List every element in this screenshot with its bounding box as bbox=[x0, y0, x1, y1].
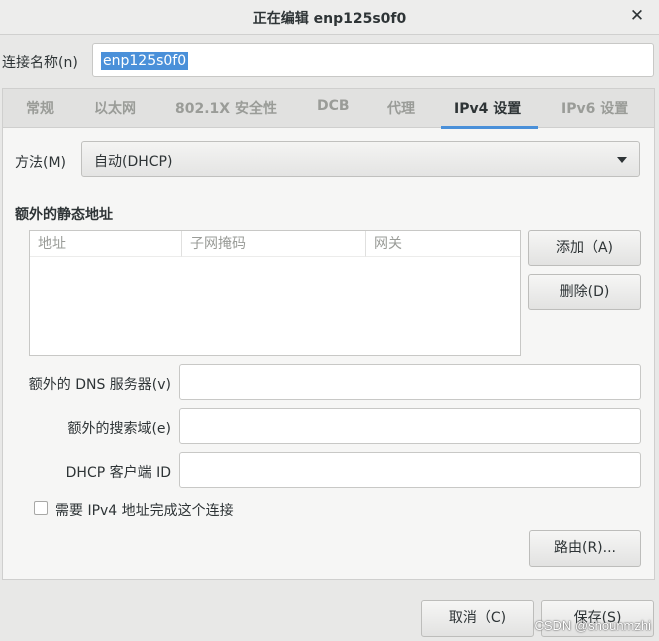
dhcp-client-id-label: DHCP 客户端 ID bbox=[65, 465, 171, 481]
require-ipv4-checkbox[interactable] bbox=[34, 501, 48, 515]
chevron-down-icon bbox=[617, 157, 627, 163]
active-tab-indicator bbox=[441, 126, 538, 129]
column-header-gateway[interactable]: 网关 bbox=[366, 231, 520, 257]
connection-name-input[interactable]: enp125s0f0 bbox=[92, 43, 654, 77]
cancel-button[interactable]: 取消（C) bbox=[421, 600, 534, 637]
title-bar: 正在编辑 enp125s0f0 ✕ bbox=[0, 0, 659, 35]
tab-dcb[interactable]: DCB bbox=[317, 98, 350, 114]
column-header-address[interactable]: 地址 bbox=[30, 231, 182, 257]
add-address-button[interactable]: 添加（A) bbox=[528, 230, 641, 266]
watermark: CSDN @shounmzhi bbox=[534, 618, 651, 633]
tab-general[interactable]: 常规 bbox=[26, 98, 54, 118]
method-label: 方法(M) bbox=[15, 155, 67, 171]
tab-8021x-security[interactable]: 802.1X 安全性 bbox=[175, 98, 277, 118]
search-domains-input[interactable] bbox=[179, 408, 641, 444]
connection-name-value: enp125s0f0 bbox=[101, 52, 189, 70]
column-header-netmask[interactable]: 子网掩码 bbox=[182, 231, 366, 257]
method-value: 自动(DHCP) bbox=[94, 154, 173, 170]
close-icon[interactable]: ✕ bbox=[627, 5, 647, 27]
search-domains-label: 额外的搜索域(e) bbox=[67, 421, 171, 437]
static-addresses-title: 额外的静态地址 bbox=[15, 207, 113, 223]
tab-proxy[interactable]: 代理 bbox=[387, 98, 415, 118]
connection-name-label: 连接名称(n) bbox=[2, 55, 78, 71]
window-title: 正在编辑 enp125s0f0 bbox=[252, 11, 407, 27]
dns-servers-input[interactable] bbox=[179, 364, 641, 400]
tab-ipv6-settings[interactable]: IPv6 设置 bbox=[561, 98, 628, 118]
dns-servers-label: 额外的 DNS 服务器(v) bbox=[28, 377, 171, 393]
delete-address-button[interactable]: 删除(D) bbox=[528, 274, 641, 310]
routes-button[interactable]: 路由(R)... bbox=[529, 530, 641, 567]
tab-ipv4-settings[interactable]: IPv4 设置 bbox=[454, 98, 521, 118]
dhcp-client-id-input[interactable] bbox=[179, 452, 641, 488]
require-ipv4-label[interactable]: 需要 IPv4 地址完成这个连接 bbox=[55, 500, 234, 520]
connection-name-row: 连接名称(n) enp125s0f0 bbox=[0, 40, 659, 80]
tab-ethernet[interactable]: 以太网 bbox=[94, 98, 136, 118]
static-addresses-table[interactable]: 地址 子网掩码 网关 bbox=[29, 230, 521, 356]
method-dropdown[interactable]: 自动(DHCP) bbox=[81, 141, 640, 177]
